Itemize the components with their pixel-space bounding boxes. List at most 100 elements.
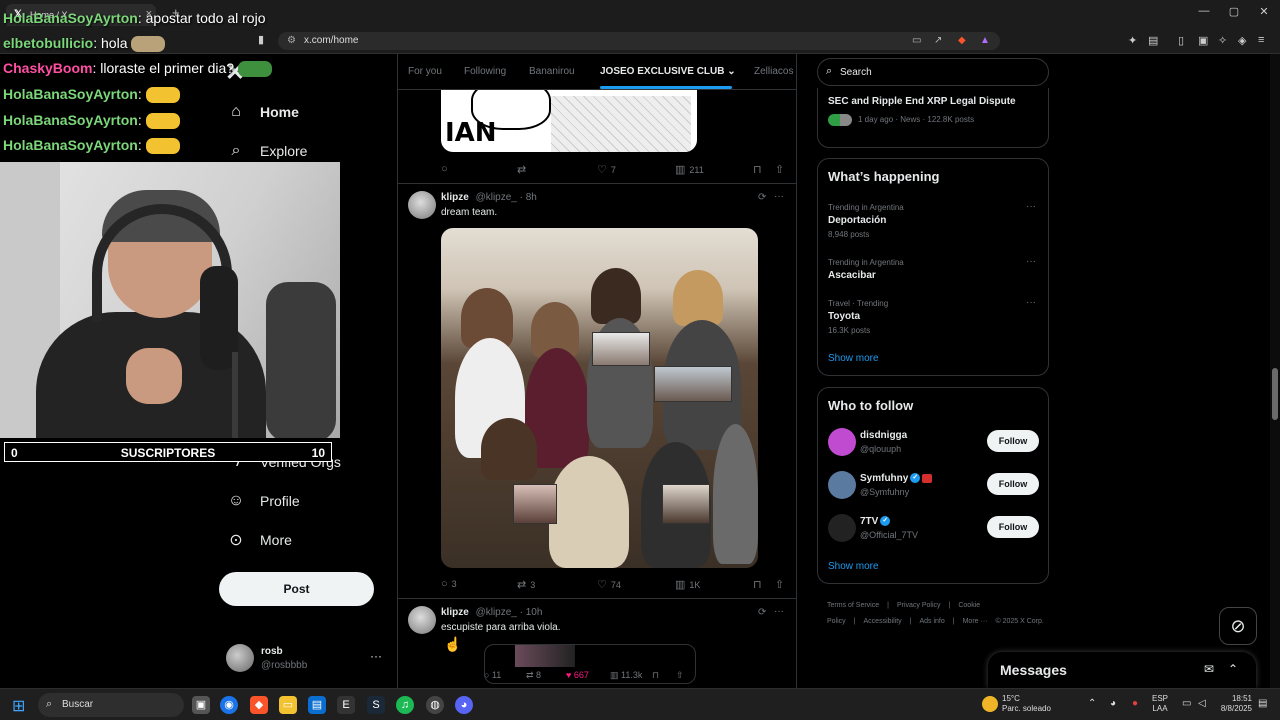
reply-button[interactable]: ○ 3 <box>441 578 457 590</box>
tweet-handle-time[interactable]: @klipze_ · 10h <box>476 607 543 618</box>
share-icon[interactable]: ↗ <box>934 35 942 46</box>
like-button[interactable]: ♡ 7 <box>597 163 616 176</box>
cast-icon[interactable]: ▭ <box>912 35 921 46</box>
footer-link[interactable]: Terms of Service <box>827 602 879 609</box>
nav-profile[interactable]: ☺ Profile <box>226 486 300 516</box>
repost-button[interactable]: ⇄ 3 <box>517 578 535 591</box>
follow-account-name[interactable]: disdnigga <box>860 430 907 441</box>
steam-icon[interactable]: S <box>367 696 385 714</box>
nav-more[interactable]: ⊙ More <box>226 525 292 555</box>
leo-ai-icon[interactable]: ✧ <box>1218 34 1227 47</box>
trend-name[interactable]: Toyota <box>828 311 860 322</box>
like-button[interactable]: ♥ 667 <box>566 670 589 680</box>
menu-icon[interactable]: ≡ <box>1258 34 1264 46</box>
avatar[interactable] <box>828 471 856 499</box>
follow-button[interactable]: Follow <box>987 516 1039 538</box>
maximize-icon[interactable]: ▢ <box>1224 5 1244 18</box>
close-window-icon[interactable]: ✕ <box>1254 5 1274 18</box>
avatar[interactable] <box>828 428 856 456</box>
discord-tray-icon[interactable]: ◕ <box>1110 698 1116 709</box>
show-more-follow[interactable]: Show more <box>828 561 879 572</box>
grok-icon[interactable]: ⟳ <box>758 607 766 618</box>
nav-home[interactable]: ⌂ Home <box>226 97 299 127</box>
site-settings-icon[interactable]: ⚙ <box>287 35 296 46</box>
share-button[interactable]: ⇧ <box>775 578 788 591</box>
more-options-icon[interactable]: ··· <box>774 191 784 202</box>
bookmark-icon[interactable]: ▮ <box>258 33 264 46</box>
chrome-icon[interactable]: ◉ <box>220 696 238 714</box>
show-more-trends[interactable]: Show more <box>828 353 879 364</box>
avatar[interactable] <box>828 514 856 542</box>
tab-search-icon[interactable]: ▤ <box>1148 34 1158 47</box>
tweet-image-group-photo[interactable] <box>441 228 758 568</box>
news-card[interactable]: SEC and Ripple End XRP Legal Dispute 1 d… <box>817 88 1049 148</box>
tweet-author[interactable]: klipze <box>441 607 469 618</box>
bookmark-button[interactable]: ⊓ <box>753 163 766 176</box>
more-options-icon[interactable]: ··· <box>774 606 784 617</box>
footer-link[interactable]: Accessibility <box>864 618 902 625</box>
tab-joseo-exclusive-club[interactable]: JOSEO EXCLUSIVE CLUB ⌄ <box>600 66 736 77</box>
more-options-icon[interactable]: ··· <box>1026 256 1036 267</box>
views-button[interactable]: ▥ 11.3k <box>610 670 642 681</box>
tweet-image-meme[interactable]: IAN <box>441 90 697 152</box>
notification-icon[interactable]: ▤ <box>1258 698 1267 709</box>
extensions-icon[interactable]: ✦ <box>1128 34 1137 47</box>
bookmark-button[interactable]: ⊓ <box>753 578 766 591</box>
footer-link[interactable]: © 2025 X Corp. <box>995 618 1043 625</box>
sidebar-icon[interactable]: ▯ <box>1178 34 1184 47</box>
page-scrollbar[interactable] <box>1270 54 1280 688</box>
follow-account-name[interactable]: 7TV ✓ <box>860 516 891 527</box>
tab-following[interactable]: Following <box>464 66 506 77</box>
share-button[interactable]: ⇧ <box>775 163 788 176</box>
epic-games-icon[interactable]: E <box>337 696 355 714</box>
tab-for-you[interactable]: For you <box>408 66 442 77</box>
clock[interactable]: 18:51 8/8/2025 <box>1216 694 1252 714</box>
footer-link[interactable]: Ads info <box>919 618 944 625</box>
tab-bananirou[interactable]: Bananirou <box>529 66 575 77</box>
follow-button[interactable]: Follow <box>987 430 1039 452</box>
language-indicator[interactable]: ESP LAA <box>1152 694 1168 714</box>
tweet-handle-time[interactable]: @klipze_ · 8h <box>476 192 537 203</box>
vpn-icon[interactable]: ◈ <box>1238 34 1246 47</box>
mic-icon[interactable]: ● <box>1132 698 1138 709</box>
more-options-icon[interactable]: ··· <box>370 649 382 663</box>
scrollbar-thumb[interactable] <box>1272 368 1278 420</box>
grok-icon[interactable]: ⟳ <box>758 192 766 203</box>
more-options-icon[interactable]: ··· <box>1026 201 1036 212</box>
bookmark-button[interactable]: ⊓ <box>652 670 659 681</box>
network-icon[interactable]: ▭ <box>1182 698 1191 709</box>
brave-rewards-icon[interactable]: ▲ <box>980 35 990 46</box>
share-button[interactable]: ⇧ <box>676 670 684 681</box>
repost-button[interactable]: ⇄ 8 <box>526 670 541 681</box>
volume-icon[interactable]: ◁ <box>1198 698 1206 709</box>
more-options-icon[interactable]: ··· <box>1026 297 1036 308</box>
spotify-icon[interactable]: ♫ <box>396 696 414 714</box>
follow-account-name[interactable]: Symfuhny ✓ <box>860 473 933 484</box>
messages-drawer[interactable]: Messages ✉ ⌃ <box>988 652 1256 688</box>
follow-button[interactable]: Follow <box>987 473 1039 495</box>
repost-button[interactable]: ⇄ <box>517 163 530 176</box>
trend-name[interactable]: Deportación <box>828 215 886 226</box>
minimize-icon[interactable]: — <box>1194 5 1214 17</box>
grok-button[interactable]: ⊘ <box>1219 607 1257 645</box>
reply-button[interactable]: ○ 11 <box>484 670 501 680</box>
footer-link[interactable]: More ··· <box>963 618 988 625</box>
avatar[interactable] <box>408 191 436 219</box>
views-button[interactable]: ▥ 211 <box>675 163 704 176</box>
file-explorer-icon[interactable]: ▭ <box>279 696 297 714</box>
wallet-icon[interactable]: ▣ <box>1198 34 1208 47</box>
task-view-icon[interactable]: ▣ <box>192 696 210 714</box>
like-button[interactable]: ♡ 74 <box>597 578 621 591</box>
discord-icon[interactable]: ◕ <box>455 696 473 714</box>
obs-icon[interactable]: ◍ <box>426 696 444 714</box>
search-input[interactable]: ⌕ Search <box>817 58 1049 86</box>
views-button[interactable]: ▥ 1K <box>675 578 700 591</box>
new-message-icon[interactable]: ✉ <box>1204 662 1214 676</box>
taskbar-search[interactable]: ⌕ Buscar <box>38 693 184 717</box>
avatar[interactable] <box>408 606 436 634</box>
store-icon[interactable]: ▤ <box>308 696 326 714</box>
chevron-up-icon[interactable]: ⌃ <box>1228 662 1238 676</box>
footer-link[interactable]: Privacy Policy <box>897 602 941 609</box>
windows-start-icon[interactable]: ⊞ <box>12 696 25 716</box>
reply-button[interactable]: ○ <box>441 163 452 175</box>
